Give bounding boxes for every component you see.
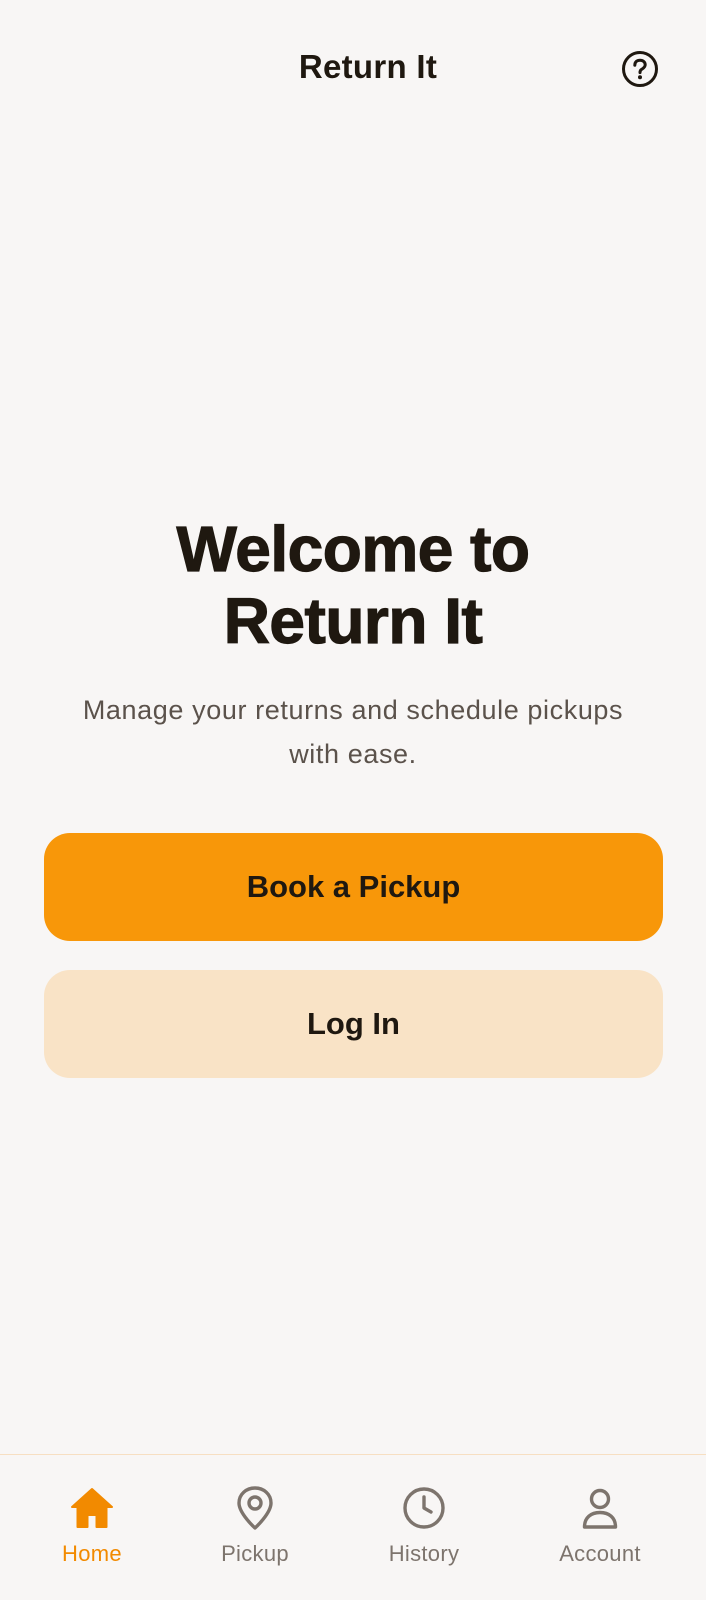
location-pin-icon <box>237 1486 273 1530</box>
welcome-subtitle: Manage your returns and schedule pickups… <box>40 688 666 776</box>
clock-icon <box>403 1487 445 1529</box>
welcome-subtitle-line-1: Manage your returns and schedule pickups <box>82 695 624 725</box>
nav-label-pickup: Pickup <box>221 1541 289 1566</box>
log-in-button[interactable]: Log In <box>44 970 663 1078</box>
app-screen: Return It Welcome to Return It Manage yo… <box>0 0 706 1600</box>
top-app-bar: Return It <box>0 0 706 140</box>
nav-label-home: Home <box>62 1541 122 1566</box>
bottom-navigation: Home Pickup History Account <box>0 1454 706 1600</box>
help-button[interactable] <box>621 50 659 88</box>
help-circle-icon <box>622 51 658 87</box>
welcome-subtitle-line-2: with ease. <box>289 739 417 769</box>
welcome-heading: Welcome to Return It <box>0 512 706 657</box>
welcome-heading-line-2: Return It <box>223 584 483 657</box>
nav-item-home[interactable]: Home <box>22 1483 162 1583</box>
welcome-heading-line-1: Welcome to <box>176 512 531 585</box>
nav-label-account: Account <box>559 1541 641 1566</box>
nav-item-account[interactable]: Account <box>530 1483 670 1583</box>
nav-label-history: History <box>388 1541 460 1566</box>
book-pickup-button[interactable]: Book a Pickup <box>44 833 663 941</box>
person-icon <box>582 1488 618 1529</box>
home-icon <box>71 1488 113 1528</box>
app-title: Return It <box>298 48 438 85</box>
nav-item-history[interactable]: History <box>354 1483 494 1583</box>
nav-item-pickup[interactable]: Pickup <box>185 1483 325 1583</box>
